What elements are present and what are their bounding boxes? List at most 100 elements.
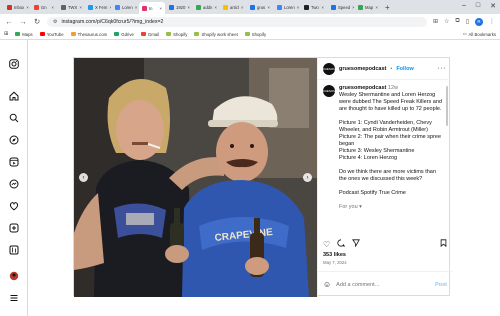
close-window-icon[interactable]: ✕ bbox=[490, 2, 496, 10]
browser-tab[interactable]: articl × bbox=[220, 2, 246, 12]
close-tab-icon[interactable]: × bbox=[79, 5, 82, 10]
bookmark-star-icon[interactable]: ☆ bbox=[444, 18, 449, 25]
all-bookmarks[interactable]: ▭ All Bookmarks bbox=[462, 31, 496, 37]
address-bar[interactable]: ⚙ instagram.com/p/C6qk0fcrur5/?img_index… bbox=[47, 16, 427, 27]
caption-avatar[interactable]: GRUESOME bbox=[323, 85, 338, 97]
profile-avatar-icon[interactable] bbox=[7, 269, 21, 283]
back-icon[interactable]: ← bbox=[5, 17, 13, 26]
bookmark-item[interactable]: Thesaurus.com bbox=[70, 32, 107, 37]
tab-label: Loren bbox=[284, 4, 295, 10]
side-panel-icon[interactable]: ▯ bbox=[466, 18, 469, 25]
for-you-link[interactable]: For you ▾ bbox=[339, 204, 443, 211]
tab-label: Loren bbox=[122, 4, 133, 10]
forward-icon[interactable]: → bbox=[19, 17, 27, 26]
browser-tab[interactable]: addn × bbox=[193, 2, 219, 12]
bookmark-item[interactable]: Shopify work sheet bbox=[194, 32, 238, 37]
caption-line: Picture 4: Loren Herzog bbox=[339, 155, 398, 161]
tab-favicon-icon bbox=[115, 4, 120, 10]
reload-icon[interactable]: ↻ bbox=[33, 17, 41, 26]
apps-icon[interactable]: ⊞ bbox=[4, 31, 8, 37]
author-username[interactable]: gruesomepodcast bbox=[339, 66, 386, 72]
minimize-icon[interactable]: – bbox=[462, 2, 466, 10]
close-tab-icon[interactable]: × bbox=[51, 5, 54, 10]
close-tab-icon[interactable]: × bbox=[187, 5, 190, 10]
close-tab-icon[interactable]: × bbox=[159, 6, 162, 11]
post-comment-button[interactable]: Post bbox=[435, 282, 447, 288]
browser-tab[interactable]: Loren × bbox=[274, 2, 300, 12]
browser-tab[interactable]: 1920 × bbox=[166, 2, 192, 12]
comment-box: ☺ Add a comment... Post bbox=[318, 271, 452, 297]
browser-tab[interactable]: X Fem × bbox=[85, 2, 111, 12]
notifications-heart-icon[interactable] bbox=[7, 199, 21, 213]
emoji-icon[interactable]: ☺ bbox=[323, 280, 331, 289]
bookmark-item[interactable]: Shopify bbox=[244, 32, 266, 37]
save-bookmark-icon[interactable] bbox=[440, 239, 447, 249]
install-app-icon[interactable]: ⊞ bbox=[433, 18, 438, 25]
like-heart-icon[interactable]: ♡ bbox=[323, 240, 330, 249]
explore-icon[interactable] bbox=[7, 133, 21, 147]
profile-avatar[interactable]: R bbox=[475, 17, 483, 26]
bookmark-item[interactable]: YouTube bbox=[39, 32, 64, 37]
share-icon[interactable] bbox=[352, 239, 361, 249]
browser-tab[interactable]: TWX × bbox=[58, 2, 84, 12]
close-tab-icon[interactable]: × bbox=[267, 5, 270, 10]
likes-count[interactable]: 353 likes bbox=[323, 252, 346, 258]
menu-icon[interactable]: ⋮ bbox=[489, 18, 495, 25]
maximize-icon[interactable]: □ bbox=[476, 2, 480, 10]
browser-tab[interactable]: grus × bbox=[247, 2, 273, 12]
site-info-icon[interactable]: ⚙ bbox=[53, 19, 57, 25]
previous-image-button[interactable]: ‹ bbox=[79, 173, 88, 182]
instagram-logo-icon[interactable] bbox=[7, 57, 21, 71]
tab-favicon-icon bbox=[331, 4, 336, 10]
post-photo[interactable]: CRAPEVINE ‹ › bbox=[74, 58, 317, 297]
follow-button[interactable]: Follow bbox=[396, 66, 413, 72]
tab-label: Speed bbox=[338, 4, 351, 10]
search-icon[interactable] bbox=[7, 111, 21, 125]
comment-input[interactable]: Add a comment... bbox=[336, 282, 379, 288]
close-tab-icon[interactable]: × bbox=[241, 5, 244, 10]
tab-strip: Inbox × Gn × TWX × X Fem × Loren × In × 1920 × addn × ar… bbox=[0, 0, 500, 14]
browser-tab[interactable]: Inbox × bbox=[4, 2, 30, 12]
browser-tab[interactable]: Gn × bbox=[31, 2, 57, 12]
close-tab-icon[interactable]: × bbox=[375, 5, 378, 10]
close-tab-icon[interactable]: × bbox=[109, 5, 111, 10]
extensions-icon[interactable]: ⧉ bbox=[455, 18, 459, 25]
bookmark-item[interactable]: Maps bbox=[15, 32, 33, 37]
bookmark-favicon-icon bbox=[114, 32, 120, 36]
bookmark-item[interactable]: Shopify bbox=[166, 32, 187, 37]
caption-username[interactable]: gruesomepodcast bbox=[339, 85, 386, 91]
new-tab-button[interactable]: + bbox=[385, 3, 390, 12]
caption-scrollbar[interactable] bbox=[446, 86, 448, 126]
create-post-icon[interactable] bbox=[7, 221, 21, 235]
home-icon[interactable] bbox=[7, 89, 21, 103]
close-tab-icon[interactable]: × bbox=[214, 5, 217, 10]
caption-line: Picture 2: The pair when their crime spr… bbox=[339, 134, 441, 147]
tab-favicon-icon bbox=[223, 4, 228, 10]
bookmark-favicon-icon bbox=[70, 32, 76, 36]
close-tab-icon[interactable]: × bbox=[135, 5, 138, 10]
browser-tab[interactable]: Loren × bbox=[112, 2, 138, 12]
close-tab-icon[interactable]: × bbox=[321, 5, 324, 10]
threads-icon[interactable] bbox=[7, 243, 21, 257]
all-bookmarks-label: All Bookmarks bbox=[468, 31, 496, 37]
browser-tab[interactable]: In × bbox=[139, 2, 165, 14]
browser-tab[interactable]: Map × bbox=[355, 2, 381, 12]
more-options-icon[interactable]: ··· bbox=[438, 65, 447, 72]
caption-line bbox=[339, 183, 443, 190]
browser-tab[interactable]: Two × bbox=[301, 2, 327, 12]
more-menu-icon[interactable] bbox=[7, 291, 21, 305]
author-avatar[interactable]: GRUESOME bbox=[320, 62, 338, 75]
close-tab-icon[interactable]: × bbox=[352, 5, 354, 10]
bookmark-item[interactable]: Gmail bbox=[140, 32, 159, 37]
close-tab-icon[interactable]: × bbox=[26, 5, 29, 10]
browser-tab[interactable]: Speed × bbox=[328, 2, 354, 12]
comment-icon[interactable] bbox=[337, 239, 346, 249]
reels-icon[interactable] bbox=[7, 155, 21, 169]
tab-favicon-icon bbox=[88, 4, 93, 10]
messenger-icon[interactable] bbox=[7, 177, 21, 191]
bookmark-label: Shopify bbox=[173, 31, 188, 37]
close-tab-icon[interactable]: × bbox=[297, 5, 300, 10]
post-header: GRUESOME gruesomepodcast • Follow ··· bbox=[318, 58, 451, 80]
next-image-button[interactable]: › bbox=[303, 173, 312, 182]
bookmark-item[interactable]: Gdrive bbox=[114, 32, 134, 37]
